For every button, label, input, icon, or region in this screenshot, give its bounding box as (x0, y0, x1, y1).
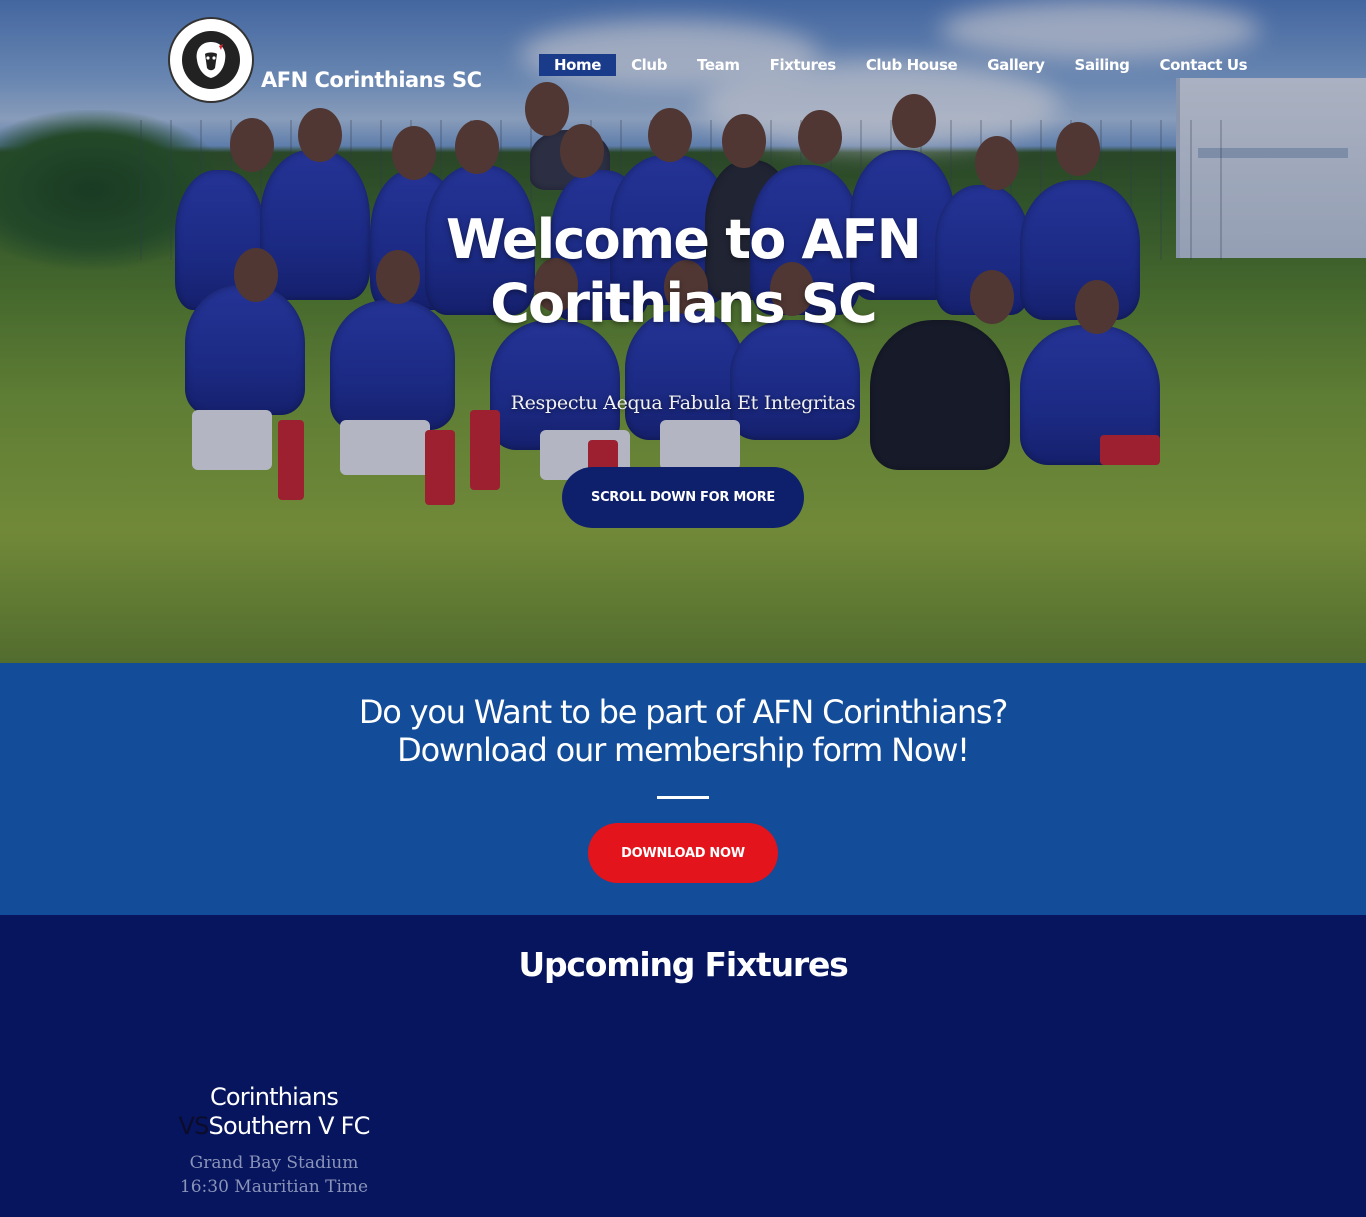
fixture-away-team: Southern V FC (208, 1112, 371, 1140)
site-title[interactable]: AFN Corinthians SC (261, 68, 482, 92)
hero-title-line2: Corithians SC (490, 272, 877, 335)
membership-heading: Do you Want to be part of AFN Corinthian… (358, 693, 1009, 731)
nav-gallery[interactable]: Gallery (972, 54, 1059, 76)
scroll-down-button[interactable]: SCROLL DOWN FOR MORE (562, 467, 804, 528)
fixture-time: 16:30 Mauritian Time (179, 1177, 369, 1197)
nav-club-house[interactable]: Club House (851, 54, 972, 76)
membership-subheading: Download our membership form Now! (397, 731, 970, 769)
fixture-home-team: Corinthians (209, 1083, 339, 1111)
download-now-button[interactable]: DOWNLOAD NOW (588, 823, 778, 883)
fixtures-section: Upcoming Fixtures Corinthians VSSouthern… (0, 915, 1366, 1217)
divider (657, 796, 709, 799)
fixture-matchup: VSSouthern V FC (150, 1112, 398, 1140)
fixtures-title: Upcoming Fixtures (518, 945, 848, 984)
hero-title-line1: Welcome to AFN (446, 208, 922, 271)
fixture-vs: VS (178, 1112, 209, 1140)
membership-section: Do you Want to be part of AFN Corinthian… (0, 663, 1366, 915)
nav-club[interactable]: Club (616, 54, 682, 76)
fixture-venue: Grand Bay Stadium (189, 1153, 359, 1173)
nav-contact-us[interactable]: Contact Us (1145, 54, 1263, 76)
lion-icon (182, 31, 240, 89)
nav-fixtures[interactable]: Fixtures (755, 54, 851, 76)
club-motto: Respectu Aequa Fabula Et Integritas (510, 392, 856, 414)
nav-home[interactable]: Home (539, 54, 617, 76)
main-nav: Home Club Team Fixtures Club House Galle… (539, 54, 1262, 76)
nav-team[interactable]: Team (682, 54, 755, 76)
nav-sailing[interactable]: Sailing (1060, 54, 1145, 76)
club-logo[interactable] (168, 17, 254, 103)
hero-title: Welcome to AFN Corithians SC (383, 208, 983, 336)
